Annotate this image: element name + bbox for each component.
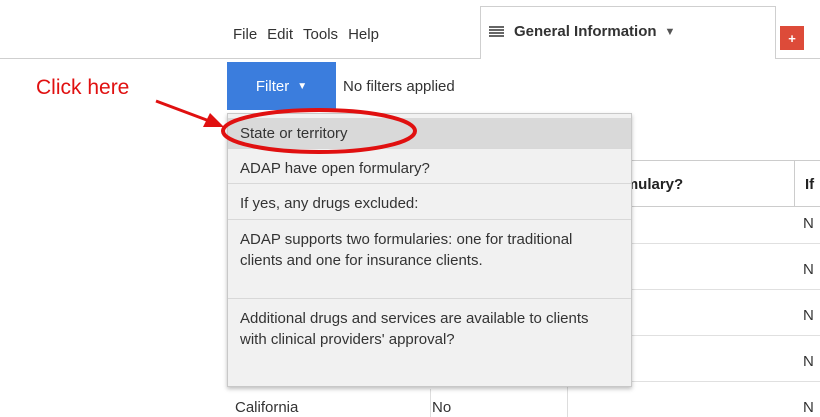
- menu-file[interactable]: File: [233, 26, 257, 43]
- caret-down-icon[interactable]: ▼: [665, 26, 676, 38]
- add-tab-button[interactable]: +: [780, 26, 804, 50]
- filter-button[interactable]: Filter ▼: [227, 62, 336, 110]
- dropdown-item-state-or-territory[interactable]: State or territory: [228, 118, 631, 149]
- list-icon: [489, 26, 504, 37]
- column-header[interactable]: If: [805, 176, 814, 193]
- table-row[interactable]: California No N: [227, 389, 820, 417]
- dropdown-item-additional-drugs[interactable]: Additional drugs and services are availa…: [228, 299, 631, 386]
- table-cell: No: [432, 399, 452, 416]
- filter-button-label: Filter: [255, 77, 290, 95]
- menu-help[interactable]: Help: [348, 26, 379, 43]
- table-cell: N: [803, 261, 814, 278]
- table-cell: N: [803, 307, 814, 324]
- table-cell: N: [803, 399, 814, 416]
- table-cell: N: [803, 353, 814, 370]
- dropdown-item-open-formulary[interactable]: ADAP have open formulary?: [228, 149, 631, 184]
- table-cell: California: [235, 399, 299, 416]
- tab-label: General Information: [514, 23, 657, 40]
- filter-dropdown-menu: State or territory ADAP have open formul…: [227, 113, 632, 387]
- dropdown-item-two-formularies[interactable]: ADAP supports two formularies: one for t…: [228, 220, 631, 299]
- screenshot-stage: File Edit Tools Help General Information…: [0, 0, 820, 417]
- menu-bar: File Edit Tools Help: [233, 26, 389, 43]
- dropdown-item-drugs-excluded[interactable]: If yes, any drugs excluded:: [228, 184, 631, 220]
- caret-down-icon: ▼: [297, 80, 308, 92]
- filter-status: No filters applied: [343, 78, 455, 95]
- menu-tools[interactable]: Tools: [303, 26, 338, 43]
- annotation-label: Click here: [36, 76, 130, 99]
- tab-general-information[interactable]: General Information ▼: [480, 6, 776, 59]
- menu-edit[interactable]: Edit: [267, 26, 293, 43]
- table-cell: N: [803, 215, 814, 232]
